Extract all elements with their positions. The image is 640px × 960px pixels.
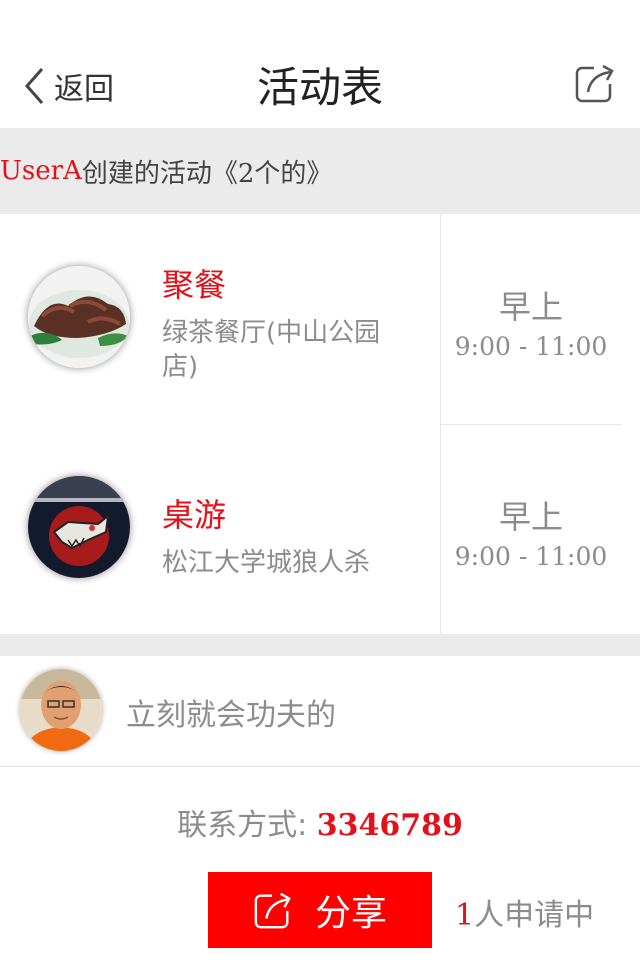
poster-name: 立刻就会功夫的 — [126, 698, 336, 733]
activity-image — [28, 476, 130, 578]
contact-label: 联系方式: — [177, 808, 308, 843]
activity-row[interactable]: 聚餐 绿茶餐厅(中山公园店) 早上 9:00 - 11:00 — [0, 214, 640, 425]
activity-list: 聚餐 绿茶餐厅(中山公园店) 早上 9:00 - 11:00 桌游 松江大学城狼… — [0, 214, 640, 634]
user-photo — [20, 669, 102, 751]
section-header: UserA 创建的活动《2个的》 — [0, 128, 640, 214]
contact-info: 联系方式: 3346789 — [0, 800, 640, 844]
share-button[interactable]: 分享 — [208, 872, 432, 948]
activity-time: 早上 9:00 - 11:00 — [440, 424, 621, 634]
applicant-number: 1 — [455, 898, 475, 933]
time-range: 9:00 - 11:00 — [454, 332, 608, 361]
poster-row[interactable]: 立刻就会功夫的 — [0, 656, 640, 767]
food-image — [28, 266, 130, 368]
activity-info: 桌游 松江大学城狼人杀 — [162, 490, 412, 580]
activity-image — [28, 266, 130, 368]
activity-title: 聚餐 — [162, 266, 227, 304]
activity-row[interactable]: 桌游 松江大学城狼人杀 早上 9:00 - 11:00 — [0, 424, 640, 634]
avatar[interactable] — [20, 669, 102, 751]
applicants-text: 人申请中 — [474, 898, 595, 933]
werewolf-game-image — [28, 476, 130, 578]
share-button-label: 分享 — [314, 893, 387, 934]
activity-title: 桌游 — [162, 496, 227, 534]
activity-location: 绿茶餐厅(中山公园店) — [162, 318, 381, 382]
time-label: 早上 — [498, 288, 563, 326]
time-range: 9:00 - 11:00 — [454, 542, 608, 571]
activity-location: 松江大学城狼人杀 — [162, 548, 371, 578]
share-icon — [254, 890, 293, 929]
activity-info: 聚餐 绿茶餐厅(中山公园店) — [162, 260, 412, 384]
navbar: 返回 活动表 — [0, 40, 640, 128]
contact-phone[interactable]: 3346789 — [317, 808, 463, 843]
applicants-count[interactable]: 1人申请中 — [455, 890, 594, 934]
section-header-text: 创建的活动《2个的》 — [81, 158, 333, 189]
activity-time: 早上 9:00 - 11:00 — [440, 214, 621, 424]
section-gap — [0, 634, 640, 656]
time-label: 早上 — [498, 498, 563, 536]
creator-name[interactable]: UserA — [0, 156, 82, 186]
share-icon[interactable] — [574, 62, 616, 104]
activity-page: 返回 活动表 UserA 创建的活动《2个的》 聚餐 绿茶餐厅(中山公园店) 早… — [0, 0, 640, 960]
page-title: 活动表 — [256, 63, 383, 112]
